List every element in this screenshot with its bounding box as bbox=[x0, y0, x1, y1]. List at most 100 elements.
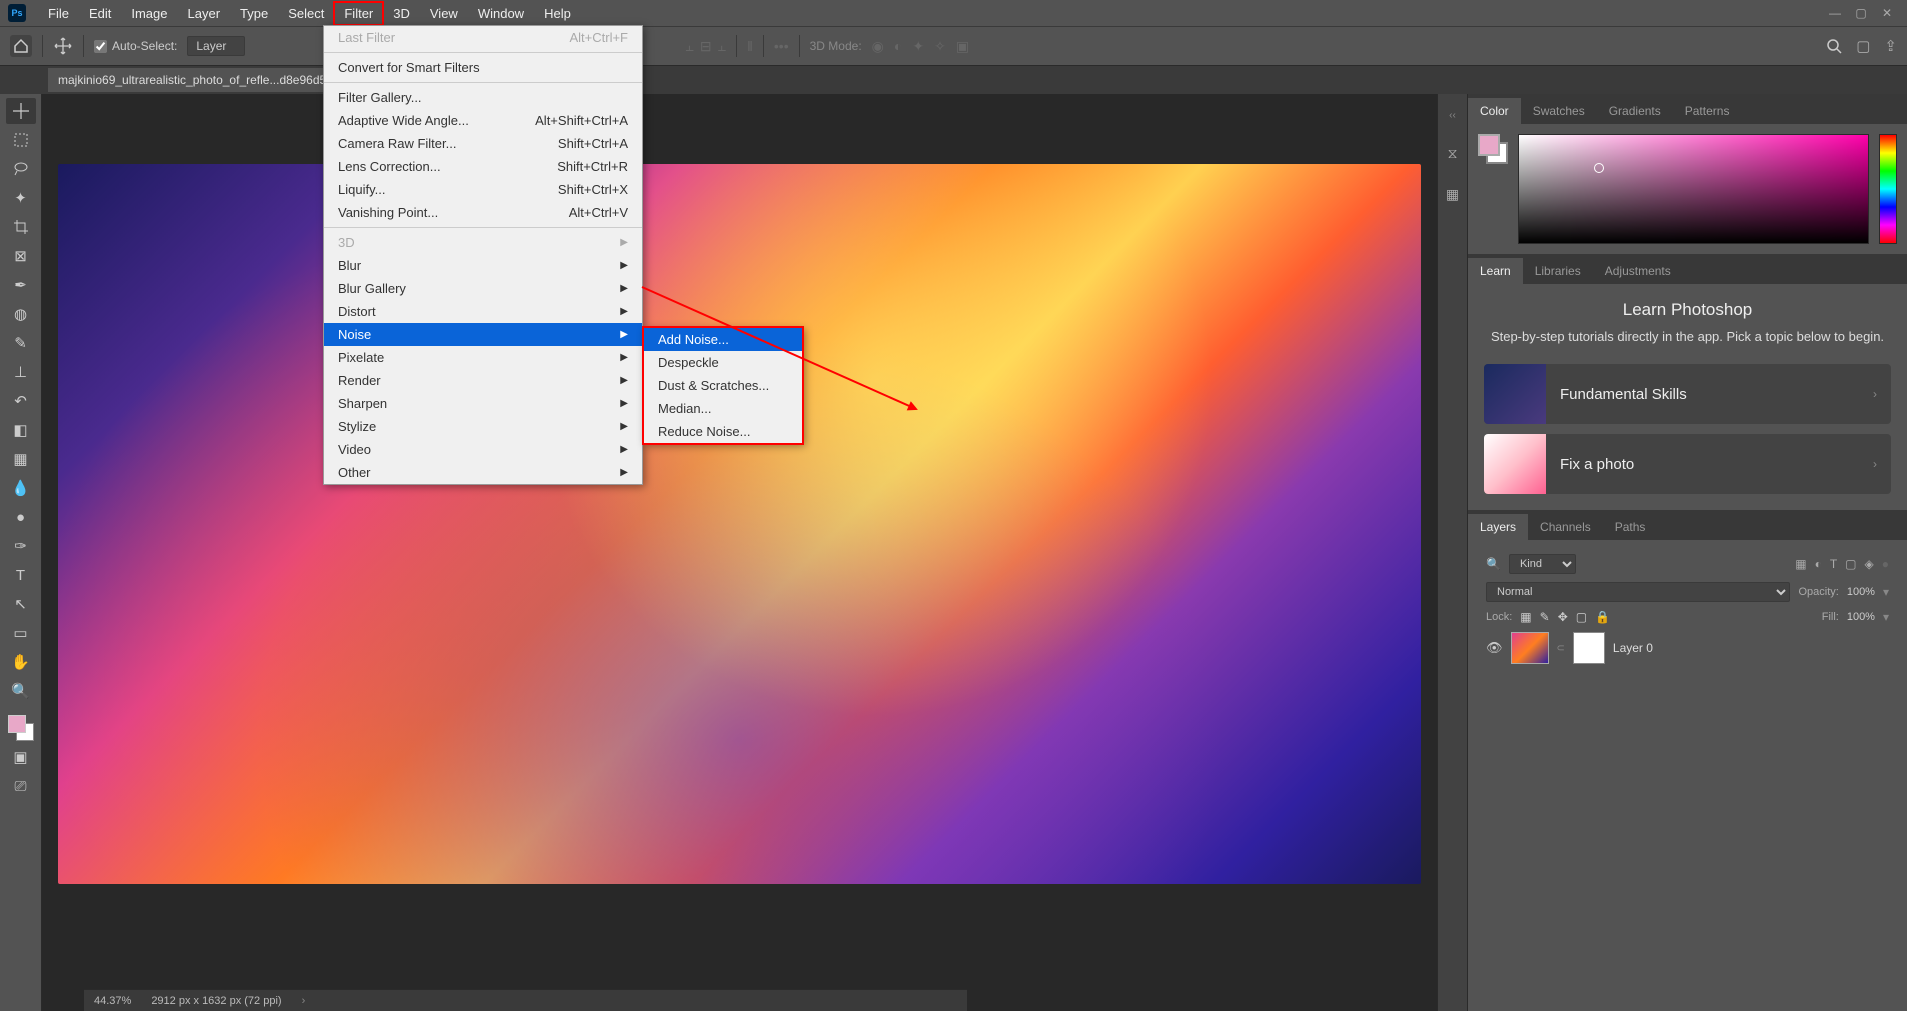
filter-adjust-icon[interactable]: ◐ bbox=[1815, 557, 1822, 571]
filter-toggle[interactable]: ● bbox=[1882, 557, 1889, 571]
hue-slider[interactable] bbox=[1879, 134, 1897, 244]
menu-item-vanishing-point-[interactable]: Vanishing Point...Alt+Ctrl+V bbox=[324, 201, 642, 224]
tab-learn[interactable]: Learn bbox=[1468, 258, 1523, 284]
lock-position-icon[interactable]: ✥ bbox=[1558, 610, 1568, 624]
frame-tool[interactable]: ⊠ bbox=[6, 243, 36, 269]
light-icon[interactable]: ✧ bbox=[934, 38, 946, 55]
tab-swatches[interactable]: Swatches bbox=[1521, 98, 1597, 124]
menu-item-sharpen[interactable]: Sharpen▶ bbox=[324, 392, 642, 415]
marquee-tool[interactable] bbox=[6, 127, 36, 153]
menu-item-adaptive-wide-angle-[interactable]: Adaptive Wide Angle...Alt+Shift+Ctrl+A bbox=[324, 109, 642, 132]
learn-card-fundamentals[interactable]: Fundamental Skills › bbox=[1484, 364, 1891, 424]
hand-tool[interactable]: ✋ bbox=[6, 649, 36, 675]
align-bot-icon[interactable]: ⫠ bbox=[718, 38, 726, 55]
menu-item-blur[interactable]: Blur▶ bbox=[324, 254, 642, 277]
filter-shape-icon[interactable]: ▢ bbox=[1845, 557, 1856, 571]
foreground-color[interactable] bbox=[8, 715, 26, 733]
menu-item-distort[interactable]: Distort▶ bbox=[324, 300, 642, 323]
tab-libraries[interactable]: Libraries bbox=[1523, 258, 1593, 284]
tab-layers[interactable]: Layers bbox=[1468, 514, 1528, 540]
distribute-icon[interactable]: ‖ bbox=[747, 38, 753, 54]
menu-edit[interactable]: Edit bbox=[79, 2, 121, 25]
tab-patterns[interactable]: Patterns bbox=[1673, 98, 1742, 124]
lasso-tool[interactable] bbox=[6, 156, 36, 182]
crop-tool[interactable] bbox=[6, 214, 36, 240]
foreground-swatch[interactable] bbox=[1478, 134, 1500, 156]
home-icon[interactable] bbox=[10, 35, 32, 57]
workspace-icon[interactable]: ▢ bbox=[1856, 37, 1870, 55]
learn-card-fixphoto[interactable]: Fix a photo › bbox=[1484, 434, 1891, 494]
tab-gradients[interactable]: Gradients bbox=[1597, 98, 1673, 124]
menu-3d[interactable]: 3D bbox=[383, 2, 420, 25]
lock-transparency-icon[interactable]: ▦ bbox=[1520, 610, 1531, 624]
pan-icon[interactable]: ◐ bbox=[894, 38, 902, 54]
align-top-icon[interactable]: ⫠ bbox=[685, 38, 693, 55]
move-tool[interactable] bbox=[6, 98, 36, 124]
menu-file[interactable]: File bbox=[38, 2, 79, 25]
menu-item-convert-for-smart-filters[interactable]: Convert for Smart Filters bbox=[324, 56, 642, 79]
history-panel-icon[interactable]: ⧖ bbox=[1448, 145, 1458, 162]
zoom-level[interactable]: 44.37% bbox=[94, 995, 131, 1007]
quickmask-tool[interactable]: ▣ bbox=[6, 744, 36, 770]
history-brush-tool[interactable]: ↶ bbox=[6, 388, 36, 414]
color-swatches-large[interactable] bbox=[1478, 134, 1508, 164]
menu-select[interactable]: Select bbox=[278, 2, 334, 25]
submenu-item-dust-scratches-[interactable]: Dust & Scratches... bbox=[644, 374, 802, 397]
minimize-icon[interactable]: — bbox=[1823, 4, 1847, 22]
color-swatches[interactable] bbox=[8, 715, 34, 741]
layer-dropdown[interactable]: Layer bbox=[187, 36, 245, 56]
eyedropper-tool[interactable]: ✒ bbox=[6, 272, 36, 298]
layer-row[interactable]: 👁 ⊂ Layer 0 bbox=[1478, 628, 1897, 668]
share-icon[interactable]: ⇪ bbox=[1884, 37, 1897, 55]
fill-value[interactable]: 100% bbox=[1847, 611, 1875, 623]
blend-mode-dropdown[interactable]: Normal bbox=[1486, 582, 1790, 602]
lock-all-icon[interactable]: 🔒 bbox=[1595, 610, 1610, 624]
dodge-tool[interactable]: ● bbox=[6, 504, 36, 530]
pen-tool[interactable]: ✑ bbox=[6, 533, 36, 559]
screenmode-tool[interactable]: ⎚ bbox=[6, 773, 36, 799]
tab-adjustments[interactable]: Adjustments bbox=[1593, 258, 1683, 284]
menu-item-liquify-[interactable]: Liquify...Shift+Ctrl+X bbox=[324, 178, 642, 201]
menu-window[interactable]: Window bbox=[468, 2, 534, 25]
filter-image-icon[interactable]: ▦ bbox=[1795, 557, 1806, 571]
orbit-icon[interactable]: ◉ bbox=[872, 38, 884, 55]
maximize-icon[interactable]: ▢ bbox=[1849, 4, 1873, 22]
search-icon[interactable] bbox=[1826, 38, 1842, 54]
filter-type-icon[interactable]: T bbox=[1830, 557, 1837, 571]
menu-item-camera-raw-filter-[interactable]: Camera Raw Filter...Shift+Ctrl+A bbox=[324, 132, 642, 155]
menu-item-blur-gallery[interactable]: Blur Gallery▶ bbox=[324, 277, 642, 300]
document-canvas[interactable] bbox=[58, 164, 1421, 884]
close-icon[interactable]: ✕ bbox=[1875, 4, 1899, 22]
menu-item-other[interactable]: Other▶ bbox=[324, 461, 642, 484]
menu-help[interactable]: Help bbox=[534, 2, 581, 25]
menu-layer[interactable]: Layer bbox=[178, 2, 231, 25]
tab-color[interactable]: Color bbox=[1468, 98, 1521, 124]
rectangle-tool[interactable]: ▭ bbox=[6, 620, 36, 646]
menu-item-render[interactable]: Render▶ bbox=[324, 369, 642, 392]
visibility-icon[interactable]: 👁 bbox=[1486, 640, 1503, 656]
menu-item-lens-correction-[interactable]: Lens Correction...Shift+Ctrl+R bbox=[324, 155, 642, 178]
menu-image[interactable]: Image bbox=[121, 2, 177, 25]
submenu-item-median-[interactable]: Median... bbox=[644, 397, 802, 420]
layer-thumbnail[interactable] bbox=[1511, 632, 1549, 664]
align-mid-icon[interactable]: ⊟ bbox=[700, 38, 712, 55]
layer-mask-thumbnail[interactable] bbox=[1573, 632, 1605, 664]
scale-icon[interactable]: ✦ bbox=[912, 38, 924, 55]
blur-tool[interactable]: 💧 bbox=[6, 475, 36, 501]
menu-type[interactable]: Type bbox=[230, 2, 278, 25]
more-icon[interactable]: ••• bbox=[774, 38, 789, 54]
layer-name[interactable]: Layer 0 bbox=[1613, 641, 1653, 655]
submenu-item-reduce-noise-[interactable]: Reduce Noise... bbox=[644, 420, 802, 443]
brush-tool[interactable]: ✎ bbox=[6, 330, 36, 356]
healing-tool[interactable]: ◍ bbox=[6, 301, 36, 327]
stamp-tool[interactable]: ⊥ bbox=[6, 359, 36, 385]
color-picker-cursor[interactable] bbox=[1594, 163, 1604, 173]
menu-item-pixelate[interactable]: Pixelate▶ bbox=[324, 346, 642, 369]
tab-channels[interactable]: Channels bbox=[1528, 514, 1603, 540]
auto-select-checkbox[interactable]: Auto-Select: bbox=[94, 39, 177, 53]
menu-item-filter-gallery-[interactable]: Filter Gallery... bbox=[324, 86, 642, 109]
wand-tool[interactable]: ✦ bbox=[6, 185, 36, 211]
color-field[interactable] bbox=[1518, 134, 1869, 244]
type-tool[interactable]: T bbox=[6, 562, 36, 588]
menu-item-noise[interactable]: Noise▶ bbox=[324, 323, 642, 346]
